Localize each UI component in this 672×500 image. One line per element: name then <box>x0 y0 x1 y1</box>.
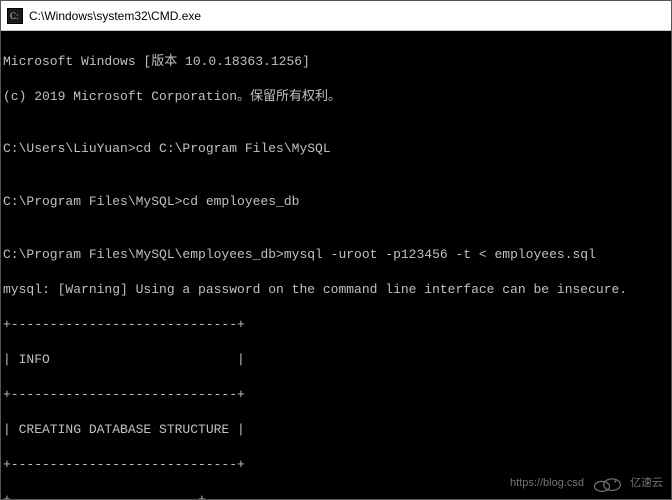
watermark-url: https://blog.csd <box>510 476 584 491</box>
prompt-line: C:\Users\LiuYuan>cd C:\Program Files\MyS… <box>3 140 669 158</box>
cmd-icon: C: <box>7 8 23 24</box>
watermark: https://blog.csd 亿速云 <box>510 473 663 493</box>
svg-text:C:: C: <box>10 11 19 21</box>
table-header: | INFO | <box>3 351 669 369</box>
cloud-icon <box>590 473 624 493</box>
table-row: | CREATING DATABASE STRUCTURE | <box>3 421 669 439</box>
banner-line: (c) 2019 Microsoft Corporation。保留所有权利。 <box>3 88 669 106</box>
prompt-line: C:\Program Files\MySQL\employees_db>mysq… <box>3 246 669 264</box>
console-output[interactable]: Microsoft Windows [版本 10.0.18363.1256] (… <box>1 31 671 499</box>
banner-line: Microsoft Windows [版本 10.0.18363.1256] <box>3 53 669 71</box>
window-title: C:\Windows\system32\CMD.exe <box>29 9 201 23</box>
titlebar[interactable]: C: C:\Windows\system32\CMD.exe <box>1 1 671 31</box>
prompt-line: C:\Program Files\MySQL>cd employees_db <box>3 193 669 211</box>
table-border: +-----------------------------+ <box>3 316 669 334</box>
warning-line: mysql: [Warning] Using a password on the… <box>3 281 669 299</box>
table-border: +-----------------------------+ <box>3 456 669 474</box>
table-border: +-----------------------------+ <box>3 386 669 404</box>
watermark-brand: 亿速云 <box>630 476 663 491</box>
cmd-window: C: C:\Windows\system32\CMD.exe Microsoft… <box>0 0 672 500</box>
